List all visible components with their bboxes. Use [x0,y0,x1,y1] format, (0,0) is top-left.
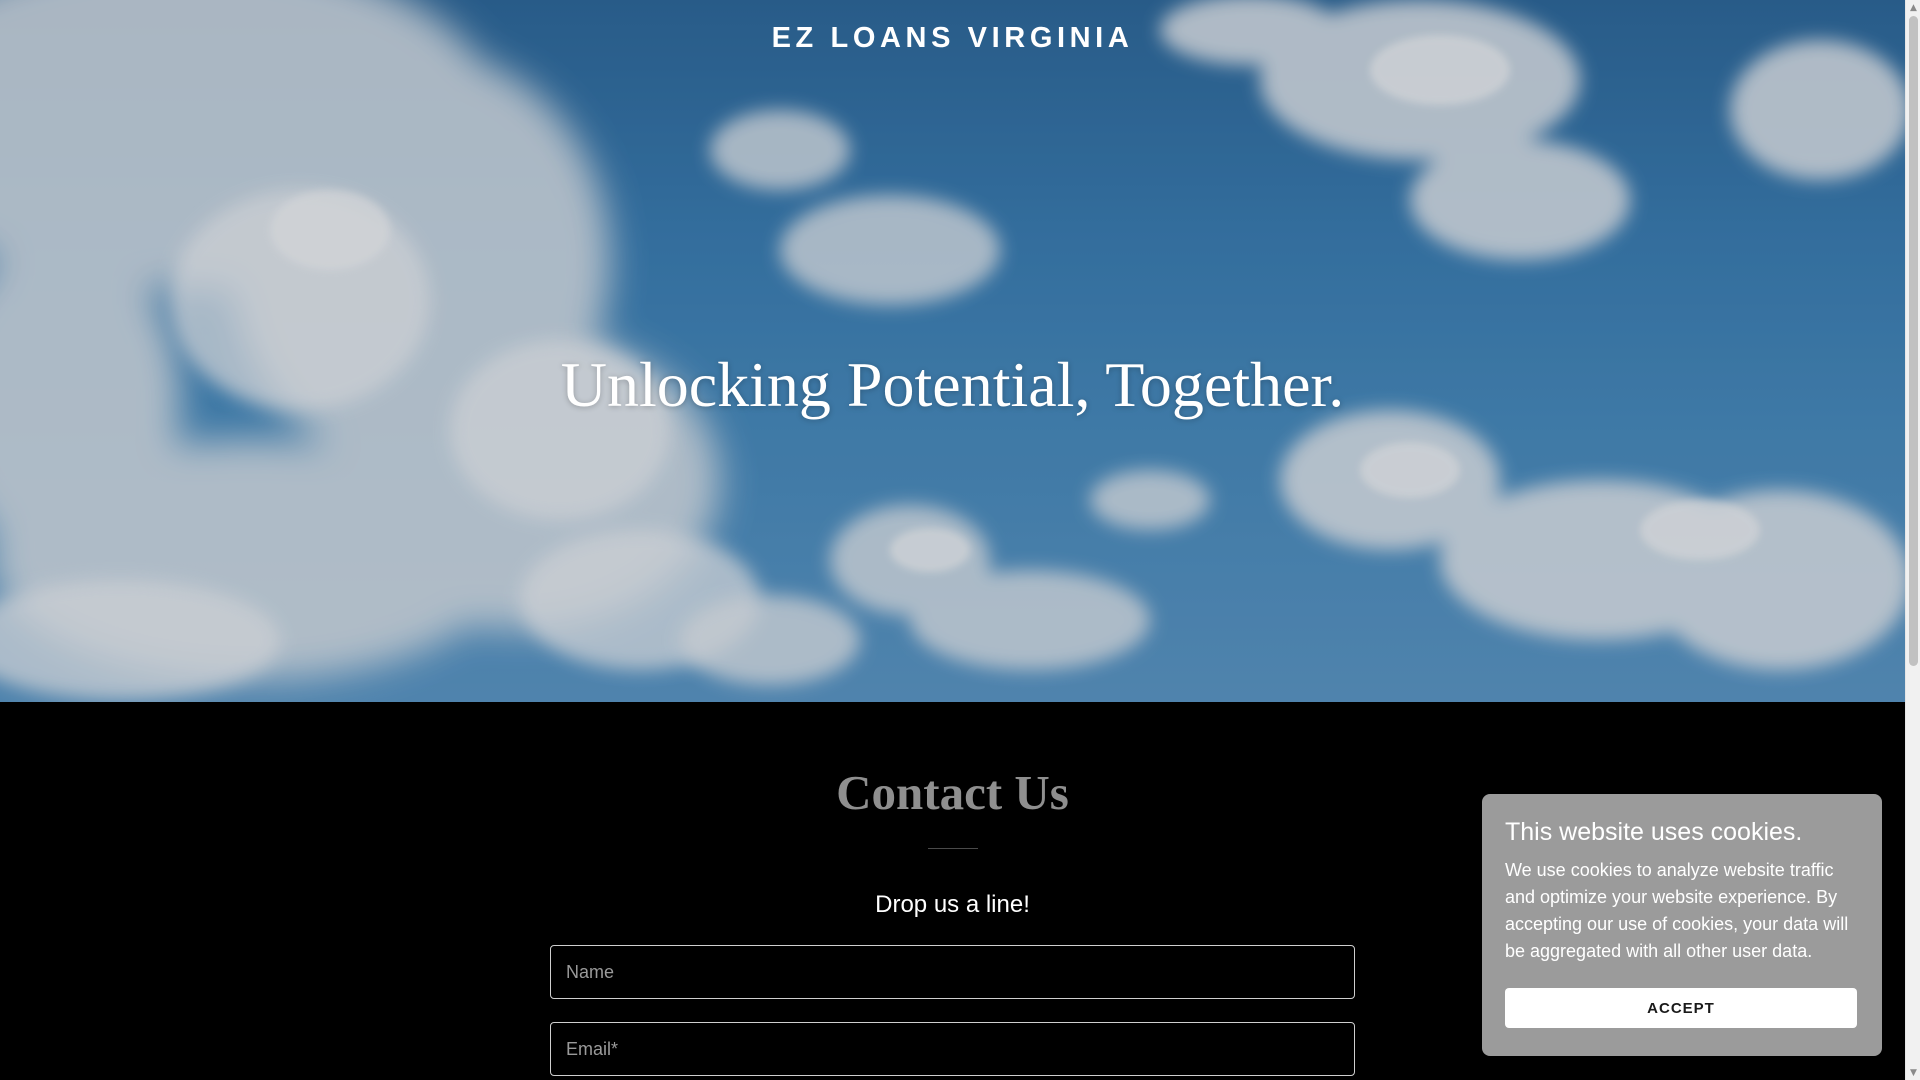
hero-section: EZ LOANS VIRGINIA Unlocking Potential, T… [0,0,1905,702]
name-field[interactable] [550,945,1355,999]
vertical-scrollbar[interactable]: ▲ ▼ [1905,0,1920,1080]
scroll-down-arrow-icon[interactable]: ▼ [1906,1065,1920,1080]
cookie-banner-title: This website uses cookies. [1505,818,1803,846]
site-brand-title[interactable]: EZ LOANS VIRGINIA [0,22,1905,55]
scrollbar-thumb[interactable] [1909,16,1918,666]
cookie-banner: This website uses cookies. We use cookie… [1482,794,1882,1056]
email-field[interactable] [550,1022,1355,1076]
cookie-banner-text: We use cookies to analyze website traffi… [1505,860,1849,961]
accept-cookies-button[interactable]: ACCEPT [1505,988,1857,1028]
section-divider [928,848,978,849]
hero-headline: Unlocking Potential, Together. [560,349,1345,420]
scroll-up-arrow-icon[interactable]: ▲ [1906,0,1920,15]
